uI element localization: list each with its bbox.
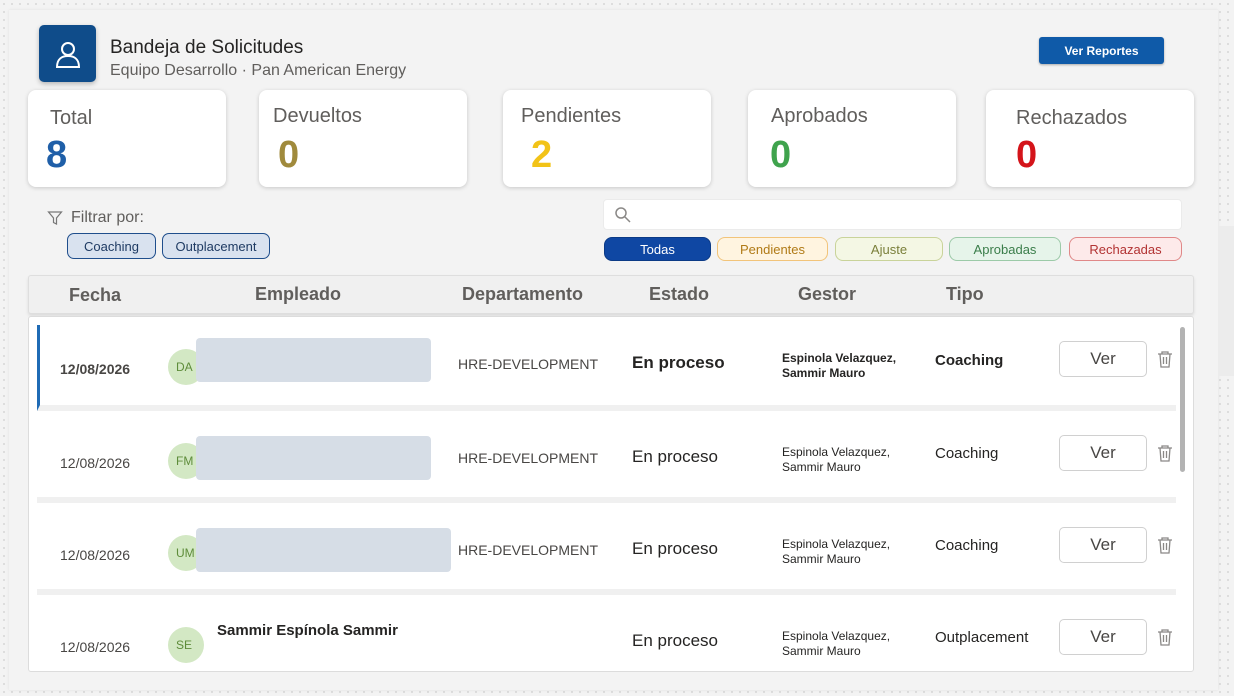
row-date: 12/08/2026 bbox=[60, 455, 131, 471]
status-filter-rechazadas[interactable]: Rechazadas bbox=[1069, 237, 1182, 261]
row-employee: Sammir Espínola Sammir bbox=[217, 622, 398, 639]
filter-label: Filtrar por: bbox=[47, 209, 144, 227]
scrollbar[interactable] bbox=[1180, 327, 1185, 472]
view-button[interactable]: Ver bbox=[1059, 619, 1147, 655]
stat-card-aprobados: Aprobados 0 bbox=[748, 90, 956, 187]
row-date: 12/08/2026 bbox=[60, 361, 131, 377]
trash-icon[interactable] bbox=[1157, 350, 1173, 368]
row-type: Coaching bbox=[935, 445, 999, 462]
manager-line-1: Espinola Velazquez, bbox=[782, 537, 891, 551]
table-row[interactable]: 12/08/2026 SE Sammir Espínola Sammir En … bbox=[37, 601, 1176, 671]
view-button[interactable]: Ver bbox=[1059, 527, 1147, 563]
stat-value: 8 bbox=[46, 134, 68, 176]
table-row[interactable]: 12/08/2026 DA HRE-DEVELOPMENT En proceso… bbox=[37, 325, 1176, 411]
row-status: En proceso bbox=[632, 447, 718, 466]
row-date: 12/08/2026 bbox=[60, 639, 131, 655]
row-manager: Espinola Velazquez, Sammir Mauro bbox=[782, 351, 896, 381]
employee-name-redacted bbox=[196, 338, 431, 382]
row-manager: Espinola Velazquez, Sammir Mauro bbox=[782, 537, 890, 567]
chip-outplacement[interactable]: Outplacement bbox=[162, 233, 270, 259]
trash-icon[interactable] bbox=[1157, 628, 1173, 646]
manager-line-1: Espinola Velazquez, bbox=[782, 445, 891, 459]
search-input[interactable] bbox=[603, 199, 1182, 230]
view-button[interactable]: Ver bbox=[1059, 341, 1147, 377]
filter-label-text: Filtrar por: bbox=[71, 209, 144, 226]
avatar: SE bbox=[168, 627, 204, 663]
column-gestor: Gestor bbox=[798, 284, 857, 304]
stat-card-rechazados: Rechazados 0 bbox=[986, 90, 1194, 187]
row-type: Coaching bbox=[935, 352, 1004, 369]
row-manager: Espinola Velazquez, Sammir Mauro bbox=[782, 445, 890, 475]
table-row[interactable]: 12/08/2026 UM HRE-DEVELOPMENT En proceso… bbox=[37, 509, 1176, 595]
row-date: 12/08/2026 bbox=[60, 547, 131, 563]
page-title: Bandeja de Solicitudes bbox=[110, 37, 304, 58]
column-empleado: Empleado bbox=[255, 284, 342, 304]
employee-name-redacted bbox=[196, 436, 431, 480]
view-reports-button[interactable]: Ver Reportes bbox=[1039, 37, 1164, 64]
stat-label: Total bbox=[50, 107, 93, 129]
trash-icon[interactable] bbox=[1157, 536, 1173, 554]
column-departamento: Departamento bbox=[462, 284, 584, 304]
stat-label: Rechazados bbox=[1016, 107, 1128, 129]
stat-card-total: Total 8 bbox=[28, 90, 226, 187]
stat-label: Aprobados bbox=[771, 105, 868, 127]
status-filter-ajuste[interactable]: Ajuste bbox=[835, 237, 943, 261]
stat-value: 2 bbox=[531, 134, 553, 176]
stat-value: 0 bbox=[770, 134, 792, 176]
stat-value: 0 bbox=[278, 134, 300, 176]
stat-label: Devueltos bbox=[273, 105, 362, 127]
table-row[interactable]: 12/08/2026 FM HRE-DEVELOPMENT En proceso… bbox=[37, 417, 1176, 503]
column-tipo: Tipo bbox=[946, 284, 984, 304]
manager-line-2: Sammir Mauro bbox=[782, 366, 866, 380]
table-header: Fecha Empleado Departamento Estado Gesto… bbox=[28, 275, 1194, 314]
view-button[interactable]: Ver bbox=[1059, 435, 1147, 471]
status-filter-pendientes[interactable]: Pendientes bbox=[717, 237, 828, 261]
manager-line-2: Sammir Mauro bbox=[782, 552, 861, 566]
chip-coaching[interactable]: Coaching bbox=[67, 233, 156, 259]
column-estado: Estado bbox=[649, 284, 710, 304]
trash-icon[interactable] bbox=[1157, 444, 1173, 462]
row-department: HRE-DEVELOPMENT bbox=[458, 542, 599, 558]
row-manager: Espinola Velazquez, Sammir Mauro bbox=[782, 629, 890, 659]
stat-label: Pendientes bbox=[521, 105, 622, 127]
stat-card-devueltos: Devueltos 0 bbox=[259, 90, 467, 187]
request-list: 12/08/2026 DA HRE-DEVELOPMENT En proceso… bbox=[28, 316, 1194, 672]
row-department: HRE-DEVELOPMENT bbox=[458, 450, 599, 466]
manager-line-1: Espinola Velazquez, bbox=[782, 351, 897, 365]
row-status: En proceso bbox=[632, 353, 725, 372]
page-subtitle: Equipo Desarrollo · Pan American Energy bbox=[110, 62, 407, 79]
side-panel-edge bbox=[1219, 226, 1234, 376]
employee-name-redacted bbox=[196, 528, 451, 572]
stat-value: 0 bbox=[1016, 134, 1038, 176]
row-type: Coaching bbox=[935, 537, 999, 554]
row-department: HRE-DEVELOPMENT bbox=[458, 356, 599, 372]
manager-line-2: Sammir Mauro bbox=[782, 644, 861, 658]
manager-line-2: Sammir Mauro bbox=[782, 460, 861, 474]
manager-line-1: Espinola Velazquez, bbox=[782, 629, 891, 643]
row-type: Outplacement bbox=[935, 629, 1029, 646]
app-window: Bandeja de Solicitudes Equipo Desarrollo… bbox=[9, 10, 1218, 690]
stat-card-pendientes: Pendientes 2 bbox=[503, 90, 711, 187]
status-filter-todas[interactable]: Todas bbox=[604, 237, 711, 261]
search-icon bbox=[615, 207, 631, 223]
status-filter-aprobadas[interactable]: Aprobadas bbox=[949, 237, 1061, 261]
filter-icon bbox=[47, 211, 63, 225]
user-icon bbox=[39, 25, 96, 82]
column-fecha: Fecha bbox=[69, 285, 122, 305]
row-status: En proceso bbox=[632, 631, 718, 650]
row-status: En proceso bbox=[632, 539, 718, 558]
